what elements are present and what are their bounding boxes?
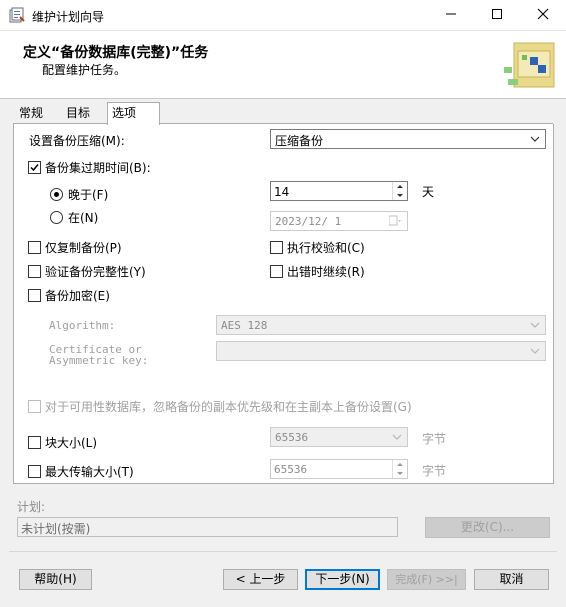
chevron-down-icon xyxy=(392,434,402,440)
calendar-icon xyxy=(389,215,401,226)
after-days-stepper[interactable]: 14 xyxy=(270,181,408,201)
after-unit: 天 xyxy=(422,185,435,199)
spin-down-icon[interactable] xyxy=(393,469,407,478)
block-size-value: 65536 xyxy=(275,431,309,444)
spin-up-icon[interactable] xyxy=(393,460,407,469)
max-transfer-checkbox[interactable] xyxy=(28,465,41,478)
verify-label: 验证备份完整性(Y) xyxy=(45,265,146,279)
algorithm-select[interactable]: AES 128 xyxy=(216,315,546,335)
maximize-icon xyxy=(492,9,502,19)
tab-options[interactable]: 选项 xyxy=(107,102,160,125)
back-button[interactable]: < 上一步 xyxy=(223,569,298,590)
block-size-checkbox[interactable] xyxy=(28,436,41,449)
checkmark-icon xyxy=(30,164,39,172)
block-size-label: 块大小(L) xyxy=(45,436,98,450)
after-label: 晚于(F) xyxy=(68,188,109,202)
close-button[interactable] xyxy=(520,0,566,30)
schedule-label: 计划: xyxy=(17,500,46,514)
on-label: 在(N) xyxy=(68,211,99,225)
max-transfer-unit: 字节 xyxy=(422,464,447,478)
certificate-label: Certificate or Asymmetric key: xyxy=(49,343,149,367)
maintenance-plan-graphic-icon xyxy=(500,37,560,95)
after-days-value: 14 xyxy=(274,185,290,199)
next-button[interactable]: 下一步(N) xyxy=(305,569,380,590)
copy-only-label: 仅复制备份(P) xyxy=(45,241,122,255)
algorithm-label: Algorithm: xyxy=(49,319,116,332)
minimize-icon xyxy=(446,13,456,15)
max-transfer-value: 65536 xyxy=(274,463,308,476)
spin-up-icon[interactable] xyxy=(393,182,407,191)
window-title: 维护计划向导 xyxy=(32,10,105,24)
verify-checkbox[interactable] xyxy=(28,265,41,278)
page-title: 定义“备份数据库(完整)”任务 xyxy=(23,45,209,61)
encrypt-checkbox[interactable] xyxy=(28,289,41,302)
maximize-button[interactable] xyxy=(474,0,520,30)
options-panel: 设置备份压缩(M): 压缩备份 备份集过期时间(B): 晚于(F) 14 天 在… xyxy=(13,124,554,484)
schedule-field: 未计划(按需) xyxy=(17,517,398,537)
ignore-replica-priority-label: 对于可用性数据库，忽略备份的副本优先级和在主副本上备份设置(G) xyxy=(45,400,412,414)
footer-divider xyxy=(9,551,557,552)
expire-label: 备份集过期时间(B): xyxy=(45,161,151,175)
checksum-label: 执行校验和(C) xyxy=(287,241,365,255)
compression-label: 设置备份压缩(M): xyxy=(29,134,125,148)
chevron-down-icon xyxy=(530,136,540,142)
on-radio[interactable] xyxy=(50,211,63,224)
spin-down-icon[interactable] xyxy=(393,191,407,200)
change-schedule-button[interactable]: 更改(C)... xyxy=(425,517,550,538)
encrypt-label: 备份加密(E) xyxy=(45,289,110,303)
compression-value: 压缩备份 xyxy=(275,134,324,148)
help-button[interactable]: 帮助(H) xyxy=(19,569,92,590)
cancel-button[interactable]: 取消 xyxy=(474,569,549,590)
copy-only-checkbox[interactable] xyxy=(28,241,41,254)
chevron-down-icon xyxy=(530,348,540,354)
wizard-header: 定义“备份数据库(完整)”任务 配置维护任务。 xyxy=(0,31,566,99)
radio-dot-icon xyxy=(54,192,59,197)
on-date-value: 2023/12/ 1 xyxy=(275,215,342,228)
after-radio[interactable] xyxy=(50,188,63,201)
block-size-select[interactable]: 65536 xyxy=(270,427,408,447)
block-size-unit: 字节 xyxy=(422,432,447,446)
certificate-select[interactable] xyxy=(216,341,546,361)
algorithm-value: AES 128 xyxy=(221,319,268,332)
continue-on-error-label: 出错时继续(R) xyxy=(287,265,365,279)
page-subtitle: 配置维护任务。 xyxy=(42,63,127,77)
compression-select[interactable]: 压缩备份 xyxy=(270,129,546,149)
checksum-checkbox[interactable] xyxy=(270,241,283,254)
close-icon xyxy=(537,8,549,20)
expire-checkbox[interactable] xyxy=(28,161,41,174)
tab-general[interactable]: 常规 xyxy=(15,104,47,123)
chevron-down-icon xyxy=(530,322,540,328)
continue-on-error-checkbox[interactable] xyxy=(270,265,283,278)
minimize-button[interactable] xyxy=(428,0,474,30)
wizard-app-icon xyxy=(9,7,25,23)
max-transfer-stepper[interactable]: 65536 xyxy=(270,459,408,479)
max-transfer-label: 最大传输大小(T) xyxy=(45,465,134,479)
on-date-picker[interactable]: 2023/12/ 1 xyxy=(270,211,408,231)
title-bar: 维护计划向导 xyxy=(0,0,566,31)
schedule-value: 未计划(按需) xyxy=(21,522,91,536)
ignore-replica-priority-checkbox[interactable] xyxy=(28,400,41,413)
finish-button[interactable]: 完成(F) >>| xyxy=(387,569,466,590)
tab-destination[interactable]: 目标 xyxy=(62,104,94,123)
